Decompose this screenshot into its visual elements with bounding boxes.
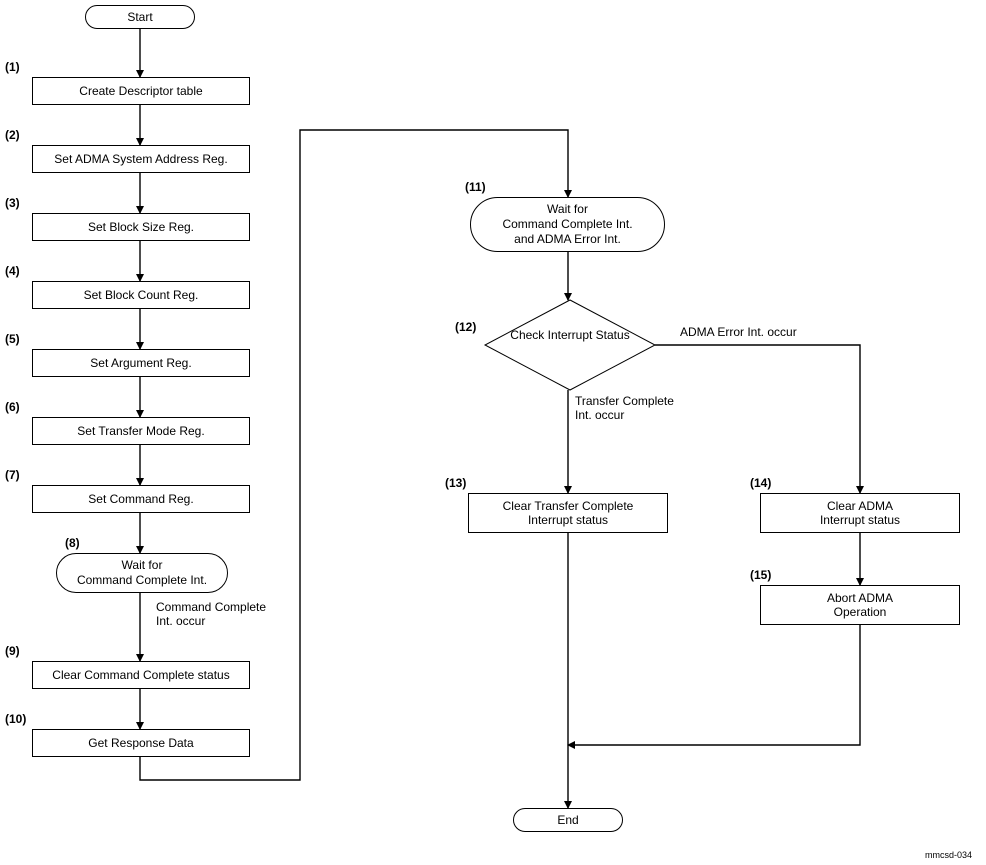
- stepnum-2: (2): [5, 128, 20, 142]
- node-s2: Set ADMA System Address Reg.: [32, 145, 250, 173]
- edge-label-admaerror: ADMA Error Int. occur: [680, 325, 797, 339]
- edge-label-transfercomplete: Transfer Complete Int. occur: [575, 395, 674, 423]
- figure-id: mmcsd-034: [925, 850, 972, 860]
- stepnum-3: (3): [5, 196, 20, 210]
- stepnum-10: (10): [5, 712, 26, 726]
- node-s8-text: Wait for Command Complete Int.: [77, 558, 207, 588]
- node-s1-text: Create Descriptor table: [79, 84, 202, 98]
- stepnum-8: (8): [65, 536, 80, 550]
- node-s4-text: Set Block Count Reg.: [84, 288, 199, 302]
- node-s6: Set Transfer Mode Reg.: [32, 417, 250, 445]
- stepnum-14: (14): [750, 476, 771, 490]
- node-s9: Clear Command Complete status: [32, 661, 250, 689]
- node-s10: Get Response Data: [32, 729, 250, 757]
- node-s15-text: Abort ADMA Operation: [827, 591, 893, 619]
- stepnum-9: (9): [5, 644, 20, 658]
- node-s14-text: Clear ADMA Interrupt status: [820, 499, 900, 527]
- node-s11-text: Wait for Command Complete Int. and ADMA …: [502, 202, 632, 247]
- stepnum-1: (1): [5, 60, 20, 74]
- stepnum-5: (5): [5, 332, 20, 346]
- flowchart-canvas: Start (1) Create Descriptor table (2) Se…: [0, 0, 986, 865]
- node-end-text: End: [557, 813, 578, 828]
- stepnum-6: (6): [5, 400, 20, 414]
- stepnum-7: (7): [5, 468, 20, 482]
- node-s4: Set Block Count Reg.: [32, 281, 250, 309]
- node-s12: Check Interrupt Status: [485, 300, 655, 390]
- node-s7: Set Command Reg.: [32, 485, 250, 513]
- node-s8: Wait for Command Complete Int.: [56, 553, 228, 593]
- node-s3: Set Block Size Reg.: [32, 213, 250, 241]
- node-end: End: [513, 808, 623, 832]
- edge-label-cmdcomplete: Command Complete Int. occur: [156, 601, 266, 629]
- node-s7-text: Set Command Reg.: [88, 492, 193, 506]
- node-s12-text: Check Interrupt Status: [485, 328, 655, 343]
- stepnum-15: (15): [750, 568, 771, 582]
- node-s2-text: Set ADMA System Address Reg.: [54, 152, 227, 166]
- node-s10-text: Get Response Data: [88, 736, 193, 750]
- node-s15: Abort ADMA Operation: [760, 585, 960, 625]
- node-s14: Clear ADMA Interrupt status: [760, 493, 960, 533]
- node-s5: Set Argument Reg.: [32, 349, 250, 377]
- node-s3-text: Set Block Size Reg.: [88, 220, 194, 234]
- node-s11: Wait for Command Complete Int. and ADMA …: [470, 197, 665, 252]
- node-start: Start: [85, 5, 195, 29]
- node-start-text: Start: [127, 10, 152, 25]
- node-s13: Clear Transfer Complete Interrupt status: [468, 493, 668, 533]
- node-s6-text: Set Transfer Mode Reg.: [77, 424, 204, 438]
- stepnum-4: (4): [5, 264, 20, 278]
- node-s5-text: Set Argument Reg.: [90, 356, 191, 370]
- stepnum-13: (13): [445, 476, 466, 490]
- node-s1: Create Descriptor table: [32, 77, 250, 105]
- stepnum-11: (11): [465, 180, 486, 194]
- node-s13-text: Clear Transfer Complete Interrupt status: [503, 499, 634, 527]
- node-s9-text: Clear Command Complete status: [52, 668, 229, 682]
- stepnum-12: (12): [455, 320, 476, 334]
